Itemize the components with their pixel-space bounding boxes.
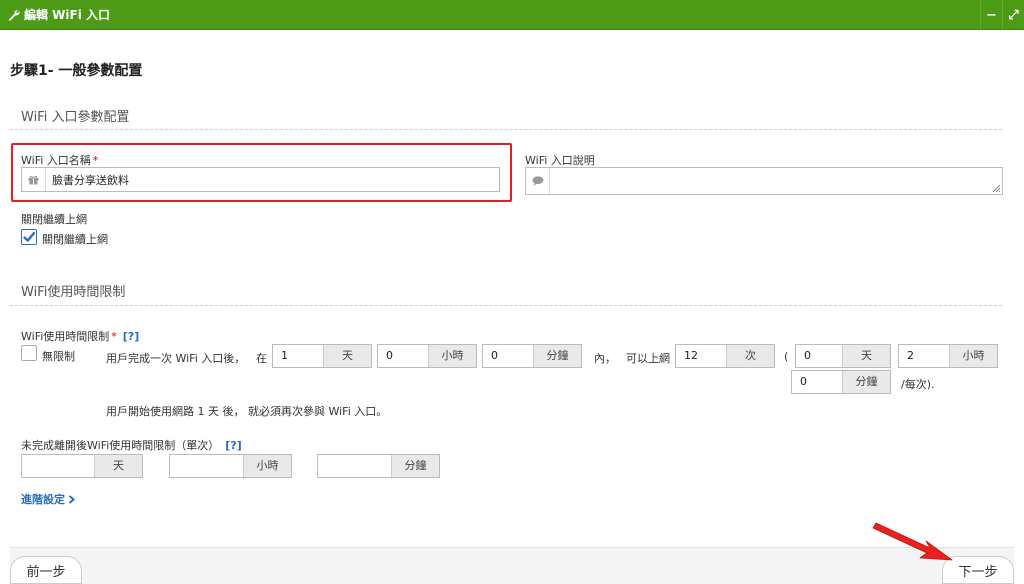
section-title-portal: WiFi 入口參數配置 — [21, 110, 130, 125]
wizard-footer — [10, 547, 1014, 584]
usage-inside-label: 內， — [594, 352, 616, 365]
unlimited-checkbox[interactable] — [21, 345, 37, 361]
usage-hours-unit: 小時 — [428, 345, 476, 367]
portal-name-label: WiFi 入口名稱 * — [21, 152, 98, 168]
per-minutes-unit: 分鐘 — [842, 371, 890, 393]
per-hours-value: 2 — [907, 349, 914, 362]
step-title: 步驟1- 一般參數配置 — [10, 63, 143, 79]
close-continue-label: 關閉繼續上網 — [21, 213, 87, 226]
unlimited-label[interactable]: 無限制 — [42, 348, 75, 364]
portal-name-label-text: WiFi 入口名稱 — [21, 154, 91, 167]
incomplete-limit-label-text: 未完成離開後WiFi使用時間限制（單次） — [21, 439, 220, 452]
usage-minutes-input[interactable]: 0 分鐘 — [482, 344, 582, 368]
section-divider — [10, 129, 1002, 130]
checkmark-icon — [23, 232, 35, 242]
usage-minutes-unit: 分鐘 — [533, 345, 581, 367]
usage-hours-input[interactable]: 0 小時 — [377, 344, 477, 368]
close-continue-checkbox[interactable] — [21, 229, 37, 245]
window-controls: − ⤢ — [980, 0, 1024, 30]
per-hours-input[interactable]: 2 小時 — [898, 344, 998, 368]
resize-handle-icon[interactable] — [993, 185, 1000, 192]
incomplete-hours-unit: 小時 — [243, 455, 291, 477]
connect-times-unit: 次 — [726, 345, 774, 367]
incomplete-limit-label: 未完成離開後WiFi使用時間限制（單次） [?] — [21, 437, 242, 453]
prev-step-button[interactable]: 前一步 — [10, 556, 82, 584]
per-days-unit: 天 — [842, 345, 890, 367]
usage-hours-value: 0 — [386, 349, 393, 362]
time-limit-label: WiFi使用時間限制 * [?] — [21, 328, 139, 344]
section-title-time: WiFi使用時間限制 — [21, 285, 126, 300]
incomplete-hours-input[interactable]: 小時 — [169, 454, 292, 478]
usage-can-connect-label: 可以上網 — [626, 352, 670, 365]
wrench-icon — [8, 10, 20, 21]
connect-times-input[interactable]: 12 次 — [675, 344, 775, 368]
time-limit-label-text: WiFi使用時間限制 — [21, 330, 110, 343]
incomplete-minutes-input[interactable]: 分鐘 — [317, 454, 440, 478]
per-days-input[interactable]: 0 天 — [795, 344, 891, 368]
per-days-value: 0 — [804, 349, 811, 362]
incomplete-days-unit: 天 — [94, 455, 142, 477]
advanced-settings-link[interactable]: 進階設定 — [21, 491, 75, 507]
per-minutes-value: 0 — [800, 375, 807, 388]
chevron-right-icon — [68, 494, 75, 504]
usage-days-input[interactable]: 1 天 — [272, 344, 372, 368]
window-title-group: 編輯 WiFi 入口 — [8, 0, 110, 30]
red-arrow-icon — [872, 522, 953, 561]
portal-desc-textarea[interactable] — [525, 167, 1003, 195]
portal-name-value: 臉書分享送飲料 — [52, 173, 129, 187]
incomplete-minutes-unit: 分鐘 — [391, 455, 439, 477]
close-continue-checkbox-label[interactable]: 關閉繼續上網 — [42, 231, 108, 247]
incomplete-hours-value — [170, 455, 243, 477]
portal-name-input[interactable]: 臉書分享送飲料 — [21, 167, 500, 192]
window-title: 編輯 WiFi 入口 — [24, 8, 111, 22]
incomplete-minutes-value — [318, 455, 391, 477]
gift-icon — [22, 168, 46, 191]
incomplete-days-input[interactable]: 天 — [21, 454, 143, 478]
usage-note: 用戶開始使用網路 1 天 後， 就必須再次參與 WiFi 入口。 — [106, 405, 388, 418]
comment-icon — [526, 168, 550, 194]
expand-button[interactable]: ⤢ — [1002, 0, 1024, 30]
per-hours-unit: 小時 — [949, 345, 997, 367]
incomplete-days-value — [22, 455, 94, 477]
per-minutes-input[interactable]: 0 分鐘 — [791, 370, 891, 394]
per-suffix: /每次). — [901, 378, 935, 391]
usage-days-value: 1 — [281, 349, 288, 362]
section-divider — [10, 305, 1002, 306]
time-limit-help-link[interactable]: [?] — [123, 330, 139, 343]
usage-minutes-value: 0 — [491, 349, 498, 362]
usage-days-unit: 天 — [323, 345, 371, 367]
advanced-settings-text: 進階設定 — [21, 493, 65, 506]
incomplete-limit-help-link[interactable]: [?] — [225, 439, 241, 452]
required-mark: * — [92, 154, 99, 167]
portal-desc-label: WiFi 入口說明 — [525, 154, 595, 167]
usage-in-label: 在 — [256, 352, 267, 365]
minimize-button[interactable]: − — [980, 0, 1002, 30]
connect-times-value: 12 — [684, 349, 698, 362]
required-mark: * — [111, 330, 117, 343]
open-paren: ( — [784, 350, 789, 363]
window-header: 編輯 WiFi 入口 − ⤢ — [0, 0, 1024, 30]
usage-sentence-prefix: 用戶完成一次 WiFi 入口後， — [106, 352, 246, 365]
